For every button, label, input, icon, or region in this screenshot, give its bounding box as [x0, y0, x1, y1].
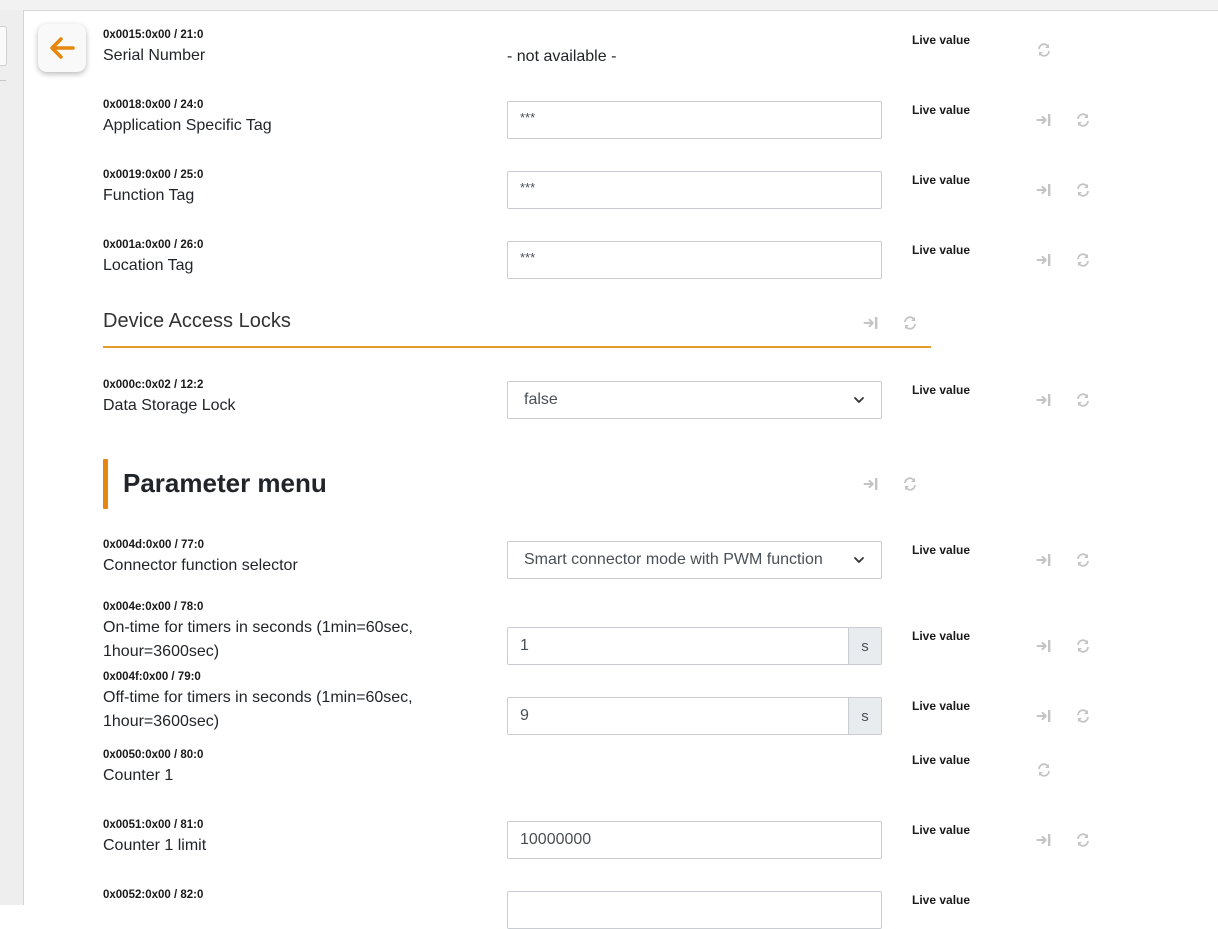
refresh-icon[interactable] — [1075, 708, 1091, 724]
connector-function-select[interactable]: Smart connector mode with PWM function — [507, 541, 882, 579]
refresh-icon[interactable] — [1075, 392, 1091, 408]
write-icon[interactable] — [863, 315, 879, 331]
chevron-down-icon — [853, 554, 865, 566]
param-name-line1: On-time for timers in seconds (1min=60se… — [103, 619, 413, 636]
param-input-partial[interactable] — [507, 891, 882, 929]
refresh-icon[interactable] — [1075, 252, 1091, 268]
refresh-icon[interactable] — [1075, 832, 1091, 848]
select-value: false — [524, 391, 558, 408]
live-value-label: Live value — [912, 243, 971, 257]
live-value-label: Live value — [912, 33, 971, 47]
on-time-input-group[interactable]: 1 s — [507, 627, 882, 665]
write-icon[interactable] — [1036, 708, 1052, 724]
param-name: Serial Number — [103, 47, 206, 64]
refresh-icon[interactable] — [1036, 42, 1052, 58]
write-icon[interactable] — [1036, 112, 1052, 128]
write-icon[interactable] — [1036, 182, 1052, 198]
param-name-line1: Off-time for timers in seconds (1min=60s… — [103, 689, 413, 706]
refresh-icon[interactable] — [902, 315, 918, 331]
menu-title: Parameter menu — [123, 468, 327, 498]
live-value-label: Live value — [912, 629, 971, 643]
param-name: Counter 1 — [103, 767, 174, 784]
data-storage-lock-select[interactable]: false — [507, 381, 882, 419]
unit-label: s — [848, 698, 881, 734]
param-value-text: - not available - — [507, 48, 617, 65]
param-name: Location Tag — [103, 257, 194, 274]
param-address: 0x0050:0x00 / 80:0 — [103, 749, 204, 761]
section-divider — [103, 346, 931, 348]
param-address: 0x0019:0x00 / 25:0 — [103, 169, 204, 181]
param-address: 0x000c:0x02 / 12:2 — [103, 379, 204, 391]
chevron-down-icon — [853, 394, 865, 406]
param-address: 0x0052:0x00 / 82:0 — [103, 889, 204, 901]
param-name: Application Specific Tag — [103, 117, 272, 134]
live-value-label: Live value — [912, 103, 971, 117]
param-address: 0x001a:0x00 / 26:0 — [103, 239, 204, 251]
live-value-label: Live value — [912, 383, 971, 397]
param-address: 0x004e:0x00 / 78:0 — [103, 601, 204, 613]
refresh-icon[interactable] — [902, 476, 918, 492]
counter1-limit-input[interactable]: 10000000 — [507, 821, 882, 859]
on-time-input[interactable]: 1 — [508, 628, 848, 664]
refresh-icon[interactable] — [1075, 552, 1091, 568]
param-address: 0x004d:0x00 / 77:0 — [103, 539, 205, 551]
application-tag-input[interactable]: *** — [507, 101, 882, 139]
sidebar-divider — [0, 80, 6, 81]
write-icon[interactable] — [1036, 392, 1052, 408]
live-value-label: Live value — [912, 543, 971, 557]
write-icon[interactable] — [1036, 638, 1052, 654]
arrow-left-icon — [50, 37, 75, 59]
param-name: Connector function selector — [103, 557, 298, 574]
menu-accent-bar — [103, 459, 108, 509]
refresh-icon[interactable] — [1075, 638, 1091, 654]
off-time-input-group[interactable]: 9 s — [507, 697, 882, 735]
live-value-label: Live value — [912, 823, 971, 837]
write-icon[interactable] — [1036, 832, 1052, 848]
param-address: 0x0018:0x00 / 24:0 — [103, 99, 204, 111]
left-sidebar-rail — [0, 10, 24, 905]
section-title-access-locks: Device Access Locks — [103, 310, 291, 332]
param-name: Function Tag — [103, 187, 195, 204]
write-icon[interactable] — [1036, 252, 1052, 268]
param-name-line2: 1hour=3600sec) — [103, 713, 220, 730]
off-time-input[interactable]: 9 — [508, 698, 848, 734]
refresh-icon[interactable] — [1075, 182, 1091, 198]
param-name: Counter 1 limit — [103, 837, 207, 854]
refresh-icon[interactable] — [1036, 762, 1052, 778]
param-address: 0x0051:0x00 / 81:0 — [103, 819, 204, 831]
sidebar-toggle-tab[interactable] — [0, 26, 7, 66]
write-icon[interactable] — [863, 476, 879, 492]
unit-label: s — [848, 628, 881, 664]
param-address: 0x0015:0x00 / 21:0 — [103, 29, 204, 41]
location-tag-input[interactable]: *** — [507, 241, 882, 279]
live-value-label: Live value — [912, 753, 971, 767]
back-button[interactable] — [38, 24, 86, 72]
refresh-icon[interactable] — [1075, 112, 1091, 128]
select-value: Smart connector mode with PWM function — [524, 551, 823, 568]
browser-top-strip — [0, 0, 1218, 11]
live-value-label: Live value — [912, 173, 971, 187]
param-address: 0x004f:0x00 / 79:0 — [103, 671, 201, 683]
param-name: Data Storage Lock — [103, 397, 236, 414]
write-icon[interactable] — [1036, 552, 1052, 568]
live-value-label: Live value — [912, 699, 971, 713]
function-tag-input[interactable]: *** — [507, 171, 882, 209]
param-name-line2: 1hour=3600sec) — [103, 643, 220, 660]
